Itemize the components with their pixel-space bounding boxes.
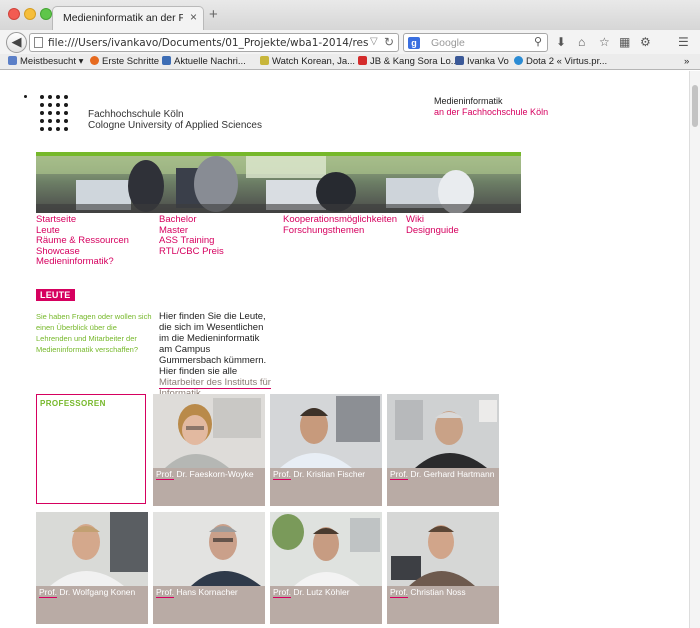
professors-heading-box: PROFESSOREN (36, 394, 146, 504)
nav-link-rtl-preis[interactable]: RTL/CBC Preis (159, 246, 224, 258)
bookmarks-more-button[interactable]: » (684, 56, 689, 67)
addon-icon[interactable]: ⚙ (640, 34, 651, 50)
person-name: Prof. Hans Kornacher (156, 587, 238, 598)
close-window-button[interactable] (8, 8, 20, 20)
person-photo (153, 394, 265, 468)
bookmark-item[interactable]: Meistbesucht ▾ (8, 56, 83, 67)
person-photo (36, 512, 148, 586)
site-icon (514, 56, 523, 65)
header-banner (36, 152, 521, 213)
person-card[interactable]: Prof. Dr. Wolfgang Konen (36, 512, 148, 624)
nav-link-forschung[interactable]: Forschungsthemen (283, 225, 397, 237)
person-name: Prof. Dr. Lutz Köhler (273, 587, 350, 598)
nav-column-3: Kooperationsmöglichkeiten Forschungsthem… (283, 214, 397, 237)
maximize-window-button[interactable] (40, 8, 52, 20)
download-icon[interactable]: ⬇ (556, 34, 566, 50)
browser-tab[interactable]: Medieninformatik an der FH K... × (52, 6, 204, 30)
fh-logo-icon[interactable] (24, 95, 70, 135)
menu-icon[interactable]: ☰ (678, 34, 689, 50)
bookmark-item[interactable]: JB & Kang Sora Lo... (358, 56, 459, 67)
bookmark-item[interactable]: Watch Korean, Ja... (260, 56, 355, 67)
minimize-window-button[interactable] (24, 8, 36, 20)
ms-icon (260, 56, 269, 65)
logo-text[interactable]: Fachhochschule Köln Cologne University o… (88, 109, 262, 131)
tab-title: Medieninformatik an der FH K... (63, 12, 183, 24)
person-name: Prof. Christian Noss (390, 587, 466, 598)
intro-text: Hier finden Sie die Leute, die sich im W… (159, 311, 274, 400)
reload-icon[interactable]: ↻ (384, 35, 394, 49)
bookmark-item[interactable]: Ivanka Vo (455, 56, 509, 67)
person-photo (153, 512, 265, 586)
site-title[interactable]: Medieninformatik an der Fachhochschule K… (434, 96, 548, 118)
facebook-icon (455, 56, 464, 65)
bookmarks-bar: Meistbesucht ▾ Erste Schritte Aktuelle N… (0, 54, 700, 70)
professors-label: PROFESSOREN (40, 399, 106, 408)
person-card[interactable]: Prof. Dr. Gerhard Hartmann (387, 394, 499, 506)
person-photo (270, 512, 382, 586)
search-input[interactable]: Google (431, 37, 465, 49)
nav-link-designguide[interactable]: Designguide (406, 225, 459, 237)
tab-close-icon[interactable]: × (190, 10, 197, 24)
rss-icon (162, 56, 171, 65)
title-bar: Medieninformatik an der FH K... × + (0, 0, 700, 30)
person-card[interactable]: Prof. Christian Noss (387, 512, 499, 624)
nav-column-1: Startseite Leute Räume & Ressourcen Show… (36, 214, 129, 268)
nav-link-bachelor[interactable]: Bachelor (159, 214, 224, 226)
scrollbar-thumb[interactable] (692, 85, 698, 127)
page-content: Fachhochschule Köln Cologne University o… (0, 71, 689, 628)
new-tab-button[interactable]: + (209, 7, 218, 22)
nav-link-kooperation[interactable]: Kooperationsmöglichkeiten (283, 214, 397, 226)
bookmark-item[interactable]: Aktuelle Nachri... (162, 56, 246, 67)
person-card[interactable]: Prof. Hans Kornacher (153, 512, 265, 624)
dropdown-triangle-icon[interactable]: ▽ (370, 36, 378, 47)
url-text: file:///Users/ivankavo/Documents/01_Proj… (48, 37, 368, 49)
person-name: Prof. Dr. Wolfgang Konen (39, 587, 136, 598)
bookmark-item[interactable]: Erste Schritte (90, 56, 159, 67)
library-icon[interactable]: ▦ (619, 34, 630, 50)
youtube-icon (358, 56, 367, 65)
person-photo (270, 394, 382, 468)
nav-column-4: Wiki Designguide (406, 214, 459, 237)
navigation-toolbar: ◀ file:///Users/ivankavo/Documents/01_Pr… (0, 30, 700, 54)
home-icon[interactable]: ⌂ (578, 34, 585, 50)
search-icon[interactable]: ⚲ (534, 35, 542, 48)
nav-link-wiki[interactable]: Wiki (406, 214, 459, 226)
page-scrollbar[interactable] (689, 71, 700, 628)
person-photo (387, 512, 499, 586)
banner-photo (36, 156, 521, 213)
back-button[interactable]: ◀ (6, 32, 27, 53)
person-card[interactable]: Prof. Dr. Lutz Köhler (270, 512, 382, 624)
folder-icon (8, 56, 17, 65)
bookmark-item[interactable]: Dota 2 « Virtus.pr... (514, 56, 607, 67)
firefox-icon (90, 56, 99, 65)
google-icon[interactable]: g (408, 37, 420, 49)
page-icon (34, 37, 43, 48)
person-name: Prof. Dr. Faeskorn-Woyke (156, 469, 254, 480)
person-photo (387, 394, 499, 468)
nav-link-startseite[interactable]: Startseite (36, 214, 129, 226)
url-bar[interactable]: file:///Users/ivankavo/Documents/01_Proj… (29, 33, 399, 52)
nav-link-medieninformatik[interactable]: Medieninformatik? (36, 257, 129, 268)
intro-question: Sie haben Fragen oder wollen sich einen … (36, 312, 152, 354)
person-name: Prof. Dr. Gerhard Hartmann (390, 469, 495, 480)
person-name: Prof. Dr. Kristian Fischer (273, 469, 366, 480)
nav-column-2: Bachelor Master ASS Training RTL/CBC Pre… (159, 214, 224, 258)
person-card[interactable]: Prof. Dr. Kristian Fischer (270, 394, 382, 506)
person-card[interactable]: Prof. Dr. Faeskorn-Woyke (153, 394, 265, 506)
section-badge: LEUTE (36, 289, 75, 301)
search-bar[interactable]: g Google ⚲ (403, 33, 548, 52)
bookmark-star-icon[interactable]: ☆ (599, 34, 610, 50)
